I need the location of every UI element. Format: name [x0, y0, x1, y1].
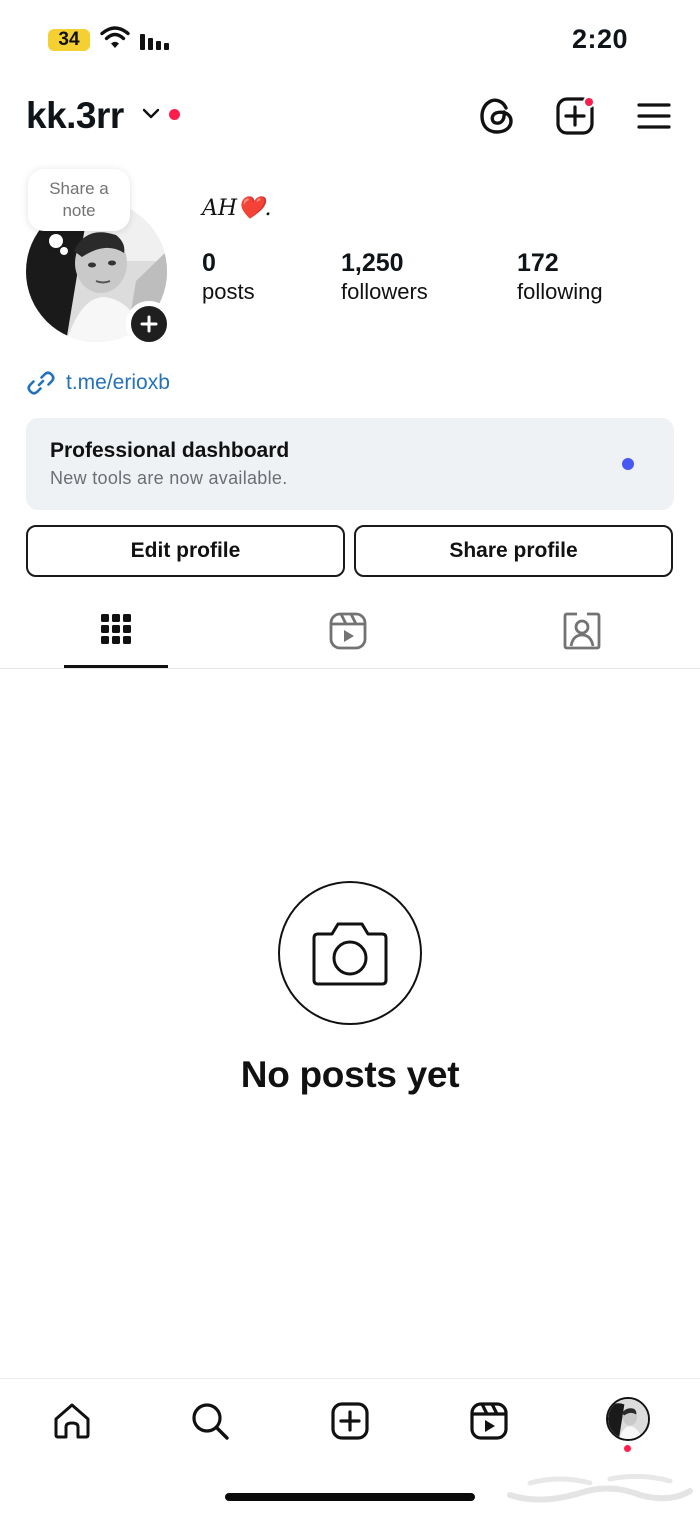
nav-profile-avatar[interactable]: [606, 1397, 650, 1441]
status-bar: 34 2:20: [0, 0, 700, 80]
nav-home[interactable]: [50, 1399, 94, 1443]
home-icon: [54, 1403, 90, 1439]
tab-tagged[interactable]: [530, 612, 634, 668]
posts-stat: 0 posts: [202, 248, 255, 306]
nav-create[interactable]: [328, 1399, 372, 1443]
share-profile-button[interactable]: Share profile: [354, 525, 673, 577]
profile-header: kk.3rr: [0, 95, 700, 145]
bio-link[interactable]: t.me/erioxb: [26, 368, 170, 398]
followers-stat[interactable]: 1,250 followers: [341, 248, 428, 306]
tab-posts-grid[interactable]: [64, 612, 168, 668]
camera-icon: [312, 922, 388, 986]
bio-link-text[interactable]: t.me/erioxb: [66, 371, 170, 395]
cellular-signal-icon: [140, 30, 169, 50]
share-note-bubble[interactable]: Share a note: [28, 169, 130, 231]
reels-icon: [329, 612, 367, 650]
empty-state-title: No posts yet: [240, 1054, 460, 1095]
edit-profile-button[interactable]: Edit profile: [26, 525, 345, 577]
new-post-notification-dot: [583, 96, 595, 108]
home-indicator[interactable]: [225, 1493, 475, 1501]
tagged-icon: [563, 612, 601, 650]
search-icon: [192, 1403, 229, 1440]
note-bubble-tail: [60, 247, 68, 255]
following-label: following: [517, 279, 603, 304]
wifi-icon: [100, 26, 130, 55]
status-time: 2:20: [571, 24, 628, 54]
dashboard-new-dot: [622, 458, 634, 470]
hamburger-menu-icon[interactable]: [633, 95, 675, 137]
following-count: 172: [517, 249, 559, 277]
following-stat[interactable]: 172 following: [517, 248, 603, 306]
create-icon: [331, 1402, 369, 1440]
empty-state-camera: [278, 881, 422, 1025]
bottom-navigation: [0, 1378, 700, 1514]
dashboard-subtitle: New tools are now available.: [50, 468, 288, 488]
battery-indicator: 34: [44, 28, 90, 52]
profile-notification-dot: [624, 1445, 631, 1452]
avatar: [608, 1399, 648, 1439]
plus-icon: [140, 315, 158, 333]
reels-icon: [470, 1402, 508, 1440]
nav-reels[interactable]: [467, 1399, 511, 1443]
threads-icon[interactable]: [476, 95, 518, 137]
username[interactable]: kk.3rr: [26, 95, 124, 137]
grid-icon: [101, 614, 131, 644]
posts-count: 0: [202, 249, 216, 277]
add-story-button[interactable]: [126, 301, 172, 347]
professional-dashboard-card[interactable]: Professional dashboard New tools are now…: [26, 418, 674, 510]
dashboard-title: Professional dashboard: [50, 439, 290, 462]
followers-label: followers: [341, 279, 428, 304]
posts-label: posts: [202, 279, 255, 304]
watermark-logo: [507, 1473, 693, 1503]
profile-tabs: [0, 600, 700, 669]
tab-reels[interactable]: [296, 612, 400, 668]
link-icon: [27, 371, 55, 395]
battery-level: 34: [58, 29, 80, 50]
account-notification-dot: [169, 109, 180, 120]
chevron-down-icon[interactable]: [141, 107, 161, 126]
display-name: 𝐴𝐻❤️.: [202, 196, 272, 221]
active-tab-indicator: [64, 665, 168, 668]
followers-count: 1,250: [341, 249, 404, 277]
note-bubble-tail: [49, 234, 63, 248]
nav-search[interactable]: [188, 1399, 232, 1443]
